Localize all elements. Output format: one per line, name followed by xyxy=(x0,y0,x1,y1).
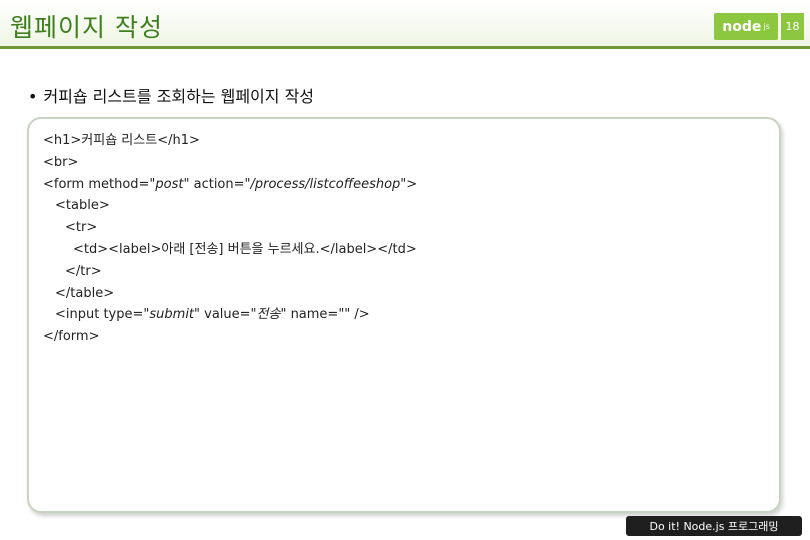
code-token: " action=" xyxy=(183,176,251,192)
code-line: </tr> xyxy=(65,263,102,279)
bullet-symbol: • xyxy=(28,87,38,106)
code-token: " name="" /> xyxy=(280,307,370,323)
code-line: </form> xyxy=(43,329,100,345)
nodejs-logo: node js xyxy=(714,13,778,40)
code-token: "> xyxy=(400,176,418,192)
code-block: <h1>커피숍 리스트</h1> <br> <form method="post… xyxy=(43,130,417,348)
logo-suffix: js xyxy=(763,22,770,31)
code-line: <form method="post" action="/process/lis… xyxy=(43,174,417,196)
code-string: /process/listcoffeeshop xyxy=(250,176,401,192)
bullet-text: 커피숍 리스트를 조회하는 웹페이지 작성 xyxy=(43,87,315,106)
code-string: post xyxy=(155,176,184,192)
code-line: <br> xyxy=(43,154,79,170)
code-string: submit xyxy=(149,307,195,323)
code-string: 전송 xyxy=(256,307,281,323)
footer-banner: Do it! Node.js 프로그래밍 xyxy=(626,516,802,536)
code-line: <tr> xyxy=(65,220,98,236)
slide-header: 웹페이지 작성 node js 18 xyxy=(0,0,810,49)
logo-text: node xyxy=(722,18,762,35)
code-token: <input type=" xyxy=(55,307,150,323)
slide-title: 웹페이지 작성 xyxy=(10,13,163,42)
bullet-item: • 커피숍 리스트를 조회하는 웹페이지 작성 xyxy=(28,83,314,107)
code-line: </table> xyxy=(55,285,115,301)
code-line: <input type="submit" value="전송" name="" … xyxy=(43,304,417,326)
code-line: <table> xyxy=(55,198,110,214)
code-token: " value=" xyxy=(194,307,257,323)
page-number: 18 xyxy=(781,13,804,40)
code-line: <h1>커피숍 리스트</h1> xyxy=(43,133,200,148)
code-line: <td><label>아래 [전송] 버튼을 누르세요.</label></td… xyxy=(73,241,417,257)
header-divider xyxy=(0,46,810,49)
code-token: <form method=" xyxy=(43,176,156,192)
